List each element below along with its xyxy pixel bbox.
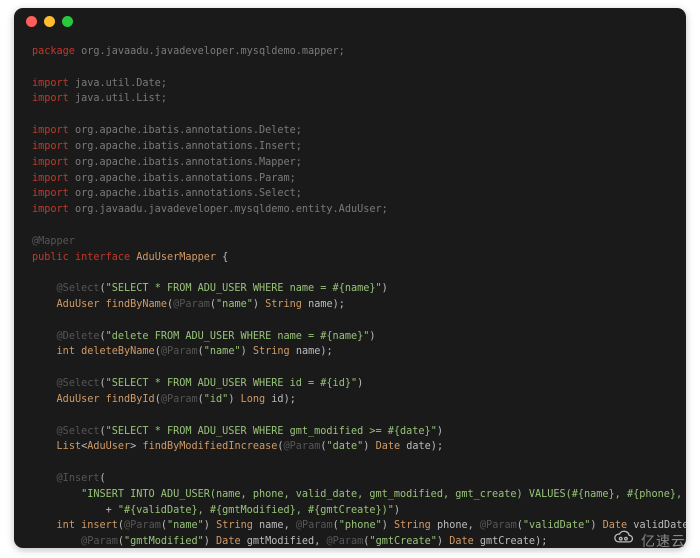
window-titlebar (14, 8, 686, 34)
brace: { (222, 252, 228, 263)
import-path: java.util.Date; (69, 78, 167, 89)
sql-string: "INSERT INTO ADU_USER(name, phone, valid… (81, 489, 686, 500)
keyword-import: import (32, 125, 69, 136)
import-path: org.apache.ibatis.annotations.Mapper; (69, 157, 302, 168)
annotation-insert: @Insert (57, 473, 100, 484)
keyword-public: public (32, 252, 69, 263)
annotation-param: @Param (161, 346, 198, 357)
code-editor: package org.javaadu.javadeveloper.mysqld… (14, 34, 686, 548)
keyword-import: import (32, 157, 69, 168)
keyword-import: import (32, 188, 69, 199)
keyword-import: import (32, 141, 69, 152)
annotation-param: @Param (161, 394, 198, 405)
keyword-package: package (32, 46, 75, 57)
method-insert: insert (75, 520, 118, 531)
keyword-import: import (32, 93, 69, 104)
annotation-delete: @Delete (57, 331, 100, 342)
minimize-icon[interactable] (44, 16, 55, 27)
sql-string: "SELECT * FROM ADU_USER WHERE gmt_modifi… (106, 426, 437, 437)
keyword-import: import (32, 173, 69, 184)
annotation-select: @Select (57, 426, 100, 437)
keyword-import: import (32, 204, 69, 215)
import-path: org.javaadu.javadeveloper.mysqldemo.enti… (69, 204, 388, 215)
import-path: org.apache.ibatis.annotations.Delete; (69, 125, 302, 136)
method-findByName: findByName (99, 299, 166, 310)
import-path: org.apache.ibatis.annotations.Select; (69, 188, 302, 199)
code-window: package org.javaadu.javadeveloper.mysqld… (14, 8, 686, 548)
keyword-import: import (32, 78, 69, 89)
close-icon[interactable] (26, 16, 37, 27)
cloud-icon (611, 529, 637, 552)
package-path: org.javaadu.javadeveloper.mysqldemo.mapp… (75, 46, 345, 57)
method-deleteByName: deleteByName (75, 346, 155, 357)
annotation-param: @Param (173, 299, 210, 310)
watermark: 亿速云 (611, 529, 686, 552)
import-path: java.util.List; (69, 93, 167, 104)
sql-string: "SELECT * FROM ADU_USER WHERE id = #{id}… (106, 378, 357, 389)
return-type: AduUser (57, 394, 100, 405)
import-path: org.apache.ibatis.annotations.Insert; (69, 141, 302, 152)
watermark-text: 亿速云 (641, 531, 686, 551)
sql-string: "#{validDate}, #{gmtModified}, #{gmtCrea… (118, 505, 394, 516)
keyword-interface: interface (69, 252, 130, 263)
import-path: org.apache.ibatis.annotations.Param; (69, 173, 296, 184)
annotation-select: @Select (57, 378, 100, 389)
return-type: AduUser (57, 299, 100, 310)
method-findByModifiedIncrease: findByModifiedIncrease (136, 441, 277, 452)
zoom-icon[interactable] (62, 16, 73, 27)
sql-string: "SELECT * FROM ADU_USER WHERE name = #{n… (106, 283, 382, 294)
method-findById: findById (99, 394, 154, 405)
sql-string: "delete FROM ADU_USER WHERE name = #{nam… (106, 331, 370, 342)
annotation-mapper: @Mapper (32, 236, 75, 247)
annotation-select: @Select (57, 283, 100, 294)
annotation-param: @Param (284, 441, 321, 452)
interface-name: AduUserMapper (130, 252, 222, 263)
return-type: int (57, 346, 75, 357)
